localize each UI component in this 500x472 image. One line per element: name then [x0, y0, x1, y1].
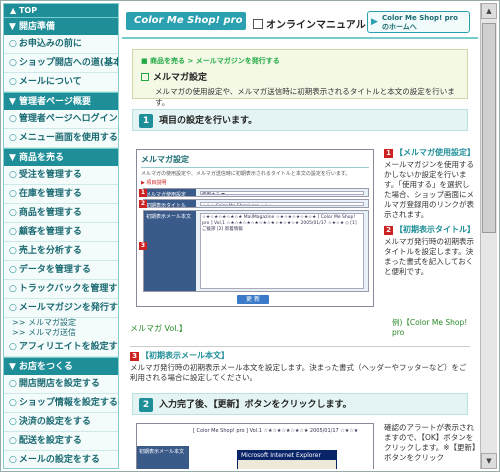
header: Color Me Shop! pro オンラインマニュアル ▶ Color Me … — [122, 3, 478, 39]
sidebar-section-header[interactable]: ▼ 開店準備 — [4, 17, 118, 35]
row-label: 初期表示メール本文 — [137, 446, 189, 469]
sidebar-section-header[interactable]: ▼ 管理者ページ概要 — [4, 92, 118, 110]
row-label: 初期表示メール本文 — [144, 211, 196, 291]
update-button-image: 更 新 — [237, 295, 269, 304]
sidebar-item[interactable]: ○ メールマガジンを発行する — [4, 299, 118, 318]
sidebar-item[interactable]: ○ メールについて — [4, 73, 118, 92]
sidebar-item[interactable]: ○管理者ページへログインする — [4, 110, 118, 129]
page-title: メルマガ設定 — [141, 70, 459, 83]
square-icon — [141, 73, 149, 81]
bullet-icon: ○ — [9, 114, 17, 124]
row-label: メルマガ使用設定 — [144, 189, 196, 198]
sidebar-item[interactable]: ○ 売上を分析する — [4, 242, 118, 261]
screenshot-row: 初期表示メール本文 ☆★☆★☆★☆★☆★ MailMagazine ☆★☆★☆★… — [143, 210, 369, 292]
scrollbar[interactable]: ▲ ▼ — [480, 3, 497, 469]
page-description: メルマガの使用設定や、メルマガ送信時に初期表示されるタイトルと本文の設定を行いま… — [155, 87, 455, 107]
sidebar-item[interactable]: ○ショップ開店への道(基本編) — [4, 54, 118, 73]
bullet-icon: ○ — [9, 58, 17, 68]
bullet-icon: ○ — [9, 342, 17, 352]
example-text: 例)【Color Me Shop! pro — [392, 318, 468, 337]
screenshot-row: メルマガ使用設定 使用する ▼ — [143, 188, 369, 198]
bullet-icon: ○ — [9, 227, 17, 237]
scroll-up-icon[interactable]: ▲ — [481, 3, 497, 19]
bullet-icon: ○ — [9, 189, 17, 199]
bullet-icon: ○ — [9, 265, 17, 275]
sidebar-item[interactable]: ○ トラックバックを管理する — [4, 280, 118, 299]
step2-note: 確認のアラートが表示されますので、【OK】ボタンをクリックします。※【更新】ボタ… — [384, 423, 476, 462]
book-icon — [253, 19, 263, 29]
step-number: 1 — [139, 114, 153, 128]
note-body: メールマガジンを使用するかしないか設定を行います。「使用する」を選択した場合、シ… — [384, 160, 474, 219]
sidebar: ▲ TOP ▼ 開店準備 ○お申込みの前に ○ショップ開店への道(基本編) ○メ… — [3, 3, 119, 469]
note-body: メルマガ発行時の初期表示タイトルを設定します。決まった書式を記入しておくと便利で… — [384, 237, 474, 276]
screenshot-desc: メルマガの使用設定や、メルマガ送信時に初期表示されるタイトルと本文の設定を行いま… — [141, 171, 351, 177]
step-heading-2: 2 入力完了後、【更新】ボタンをクリックします。 — [132, 393, 468, 415]
scroll-thumb[interactable] — [482, 23, 496, 233]
sidebar-item[interactable]: ○ 受注を管理する — [4, 166, 118, 185]
row-label: 初期表示タイトル — [144, 200, 196, 209]
sidebar-item[interactable]: ○ 決済の設定をする — [4, 413, 118, 432]
home-button[interactable]: ▶ Color Me Shop! pro のホームへ — [367, 11, 470, 33]
section-3-body: メルマガ発行時の初期表示メール本文を設定します。決まった書式（ヘッダーやフッター… — [130, 363, 467, 382]
bullet-icon: ○ — [9, 133, 17, 143]
sidebar-item[interactable]: ○ メールの設定をする — [4, 451, 118, 468]
alert-dialog: Microsoft Internet Explorer — [237, 450, 337, 469]
step-number: 2 — [139, 398, 153, 412]
bullet-icon: ○ — [9, 77, 17, 87]
bullet-icon: ○ — [9, 303, 17, 313]
note-title: 2 【初期表示タイトル】 — [384, 224, 476, 235]
sidebar-subitem[interactable]: >> メルマガ送信 — [4, 328, 118, 338]
screenshot-row: 初期表示タイトル ☆★☆ Color Me Shop! pro ☆★☆ — [143, 199, 369, 209]
bullet-icon: ○ — [9, 170, 17, 180]
sidebar-item[interactable]: ○ データを管理する — [4, 261, 118, 280]
main-content: Color Me Shop! pro オンラインマニュアル ▶ Color Me … — [122, 3, 478, 469]
sidebar-item[interactable]: ○ ショップ情報を設定する — [4, 394, 118, 413]
note-title: 1 【メルマガ使用設定】 — [384, 147, 476, 158]
sidebar-item[interactable]: ○ アフィリエイトを設定する — [4, 338, 118, 357]
sidebar-item[interactable]: ○ メニュー画面を使用する — [4, 129, 118, 148]
screenshot-title: メルマガ設定 — [141, 154, 369, 168]
manual-title: オンラインマニュアル — [253, 16, 366, 31]
screenshot-link: ▶ 項目説明 — [141, 180, 167, 186]
sidebar-item[interactable]: ○ 商品を管理する — [4, 204, 118, 223]
sidebar-item[interactable]: ○ 開店閉店を設定する — [4, 375, 118, 394]
logo[interactable]: Color Me Shop! pro — [126, 12, 246, 30]
bullet-icon: ○ — [9, 379, 17, 389]
section-3: 3 【初期表示メール本文】 メルマガ発行時の初期表示メール本文を設定します。決まっ… — [130, 346, 470, 383]
bullet-icon: ○ — [9, 455, 17, 465]
bullet-icon: ○ — [9, 436, 17, 446]
bullet-icon: ○ — [9, 39, 17, 49]
sidebar-item[interactable]: ○ 顧客を管理する — [4, 223, 118, 242]
marker-1: 1 — [139, 189, 147, 197]
bullet-icon: ○ — [9, 398, 17, 408]
sidebar-item[interactable]: ○ 配送を設定する — [4, 432, 118, 451]
row-value: 使用する ▼ — [200, 191, 364, 195]
sidebar-section-header[interactable]: ▼ 商品を売る — [4, 148, 118, 166]
bullet-icon: ○ — [9, 246, 17, 256]
page-intro: ■ 商品を売る > メールマガジンを発行する メルマガ設定 メルマガの使用設定や… — [132, 49, 468, 107]
sidebar-section-header[interactable]: ▼ お店をつくる — [4, 357, 118, 375]
screenshot-confirm: [ Color Me Shop! pro ] Vol.1 ☆★☆★☆★☆★☆★ … — [136, 423, 374, 469]
notes: 1 【メルマガ使用設定】 メールマガジンを使用するかしないか設定を行います。「使用… — [384, 143, 476, 277]
sidebar-subitem[interactable]: >> メルマガ設定 — [4, 318, 118, 328]
sidebar-top-link[interactable]: ▲ TOP — [4, 4, 118, 17]
sidebar-item[interactable]: ○ 在庫を管理する — [4, 185, 118, 204]
breadcrumb[interactable]: ■ 商品を売る > メールマガジンを発行する — [141, 56, 459, 66]
scroll-down-icon[interactable]: ▼ — [481, 453, 497, 469]
arrow-right-icon: ▶ — [371, 17, 378, 27]
marker-2: 2 — [139, 200, 147, 208]
row-value: ☆★☆★☆★☆★☆★ MailMagazine ☆★☆★☆★☆★☆★ [ Col… — [200, 213, 364, 289]
sidebar-item[interactable]: ○ お申込みの前に — [4, 35, 118, 54]
dialog-title: Microsoft Internet Explorer — [238, 451, 336, 460]
bullet-icon: ○ — [9, 208, 17, 218]
marker-3: 3 — [139, 242, 147, 250]
row-value: ☆★☆ Color Me Shop! pro ☆★☆ — [200, 202, 364, 206]
example-text-continued: メルマガ Vol.】 — [130, 324, 188, 333]
screenshot-settings: メルマガ設定 メルマガの使用設定や、メルマガ送信時に初期表示されるタイトルと本文… — [136, 149, 374, 307]
bullet-icon: ○ — [9, 284, 17, 294]
step-heading-1: 1 項目の設定を行います。 — [132, 109, 468, 131]
bullet-icon: ○ — [9, 417, 17, 427]
section-3-title: 3 【初期表示メール本文】 — [130, 350, 470, 361]
screenshot-text: [ Color Me Shop! pro ] Vol.1 ☆★☆★☆★☆★☆★ … — [193, 428, 359, 434]
